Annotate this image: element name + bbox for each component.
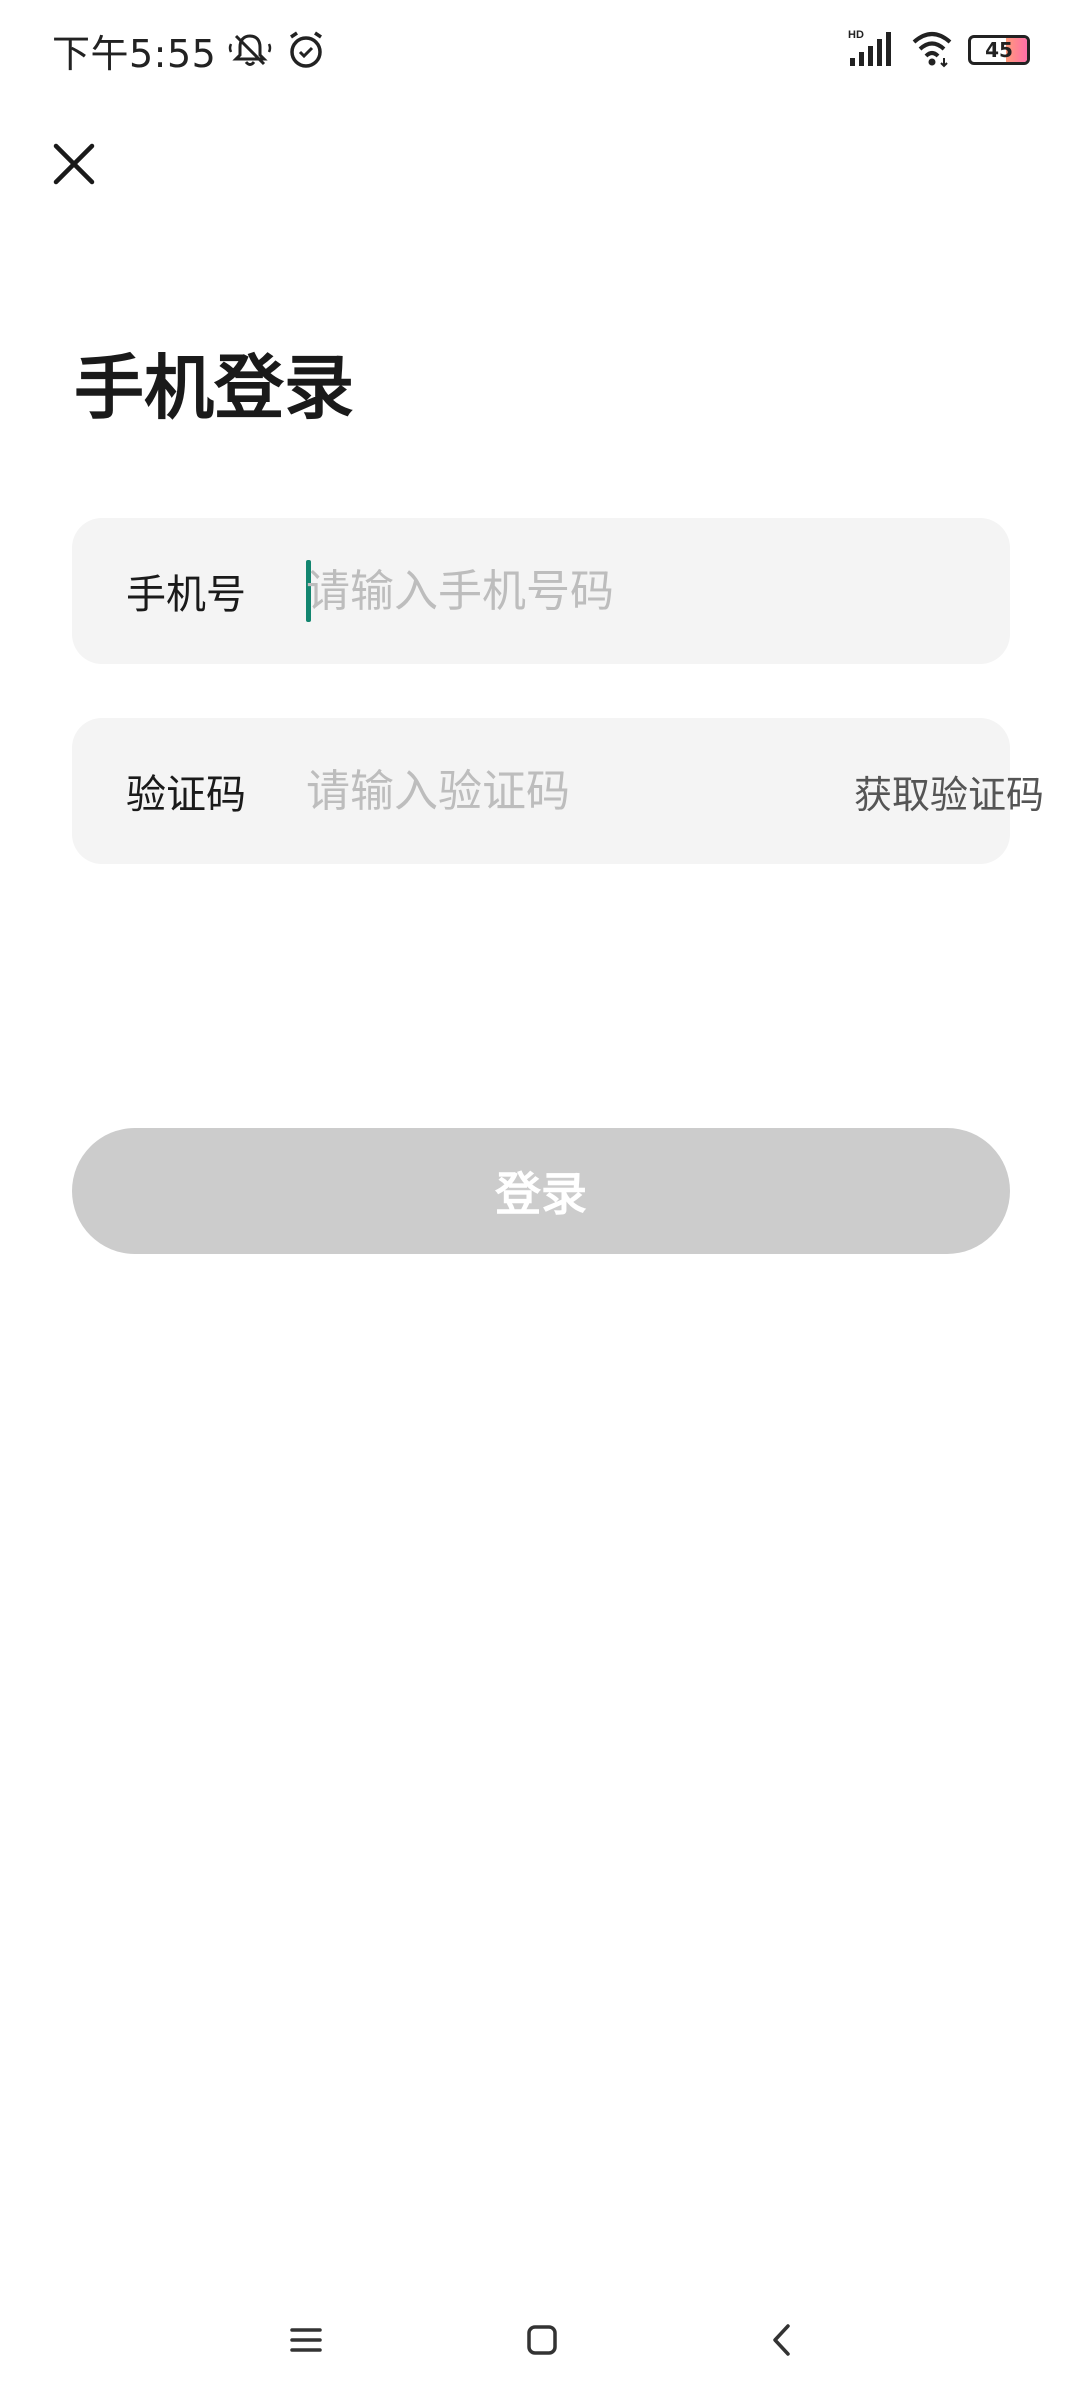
status-bar-left: 下午5:55 (52, 23, 328, 78)
bell-muted-icon (228, 28, 272, 72)
page-title: 手机登录 (74, 347, 354, 429)
back-icon (773, 2324, 790, 2356)
nav-home-button[interactable] (512, 2310, 572, 2370)
nav-back-button[interactable] (752, 2310, 812, 2370)
status-bar-right: HD 45 (848, 28, 1030, 72)
status-bar: 下午5:55 HD 45 (0, 0, 1080, 100)
close-icon (53, 143, 95, 185)
battery-icon: 45 (968, 35, 1030, 65)
alarm-icon (284, 28, 328, 72)
phone-input[interactable] (306, 518, 970, 664)
phone-field-row: 手机号 (72, 518, 1010, 664)
nav-menu-button[interactable] (276, 2310, 336, 2370)
wifi-icon (910, 28, 954, 72)
svg-text:HD: HD (848, 29, 864, 41)
home-icon (527, 2325, 557, 2355)
hd-signal-icon: HD (848, 28, 896, 72)
code-label: 验证码 (126, 772, 246, 818)
battery-level: 45 (985, 38, 1013, 62)
code-input[interactable] (306, 718, 854, 864)
navigation-bar (0, 2300, 1080, 2380)
code-field-row: 验证码 获取验证码 (72, 718, 1044, 864)
login-screen: 下午5:55 HD 45 手机登录 手机号 请输入手机号码 验证码 请输入验证码… (0, 0, 1080, 2400)
status-time: 下午5:55 (52, 31, 217, 76)
menu-icon (290, 2328, 322, 2352)
phone-label: 手机号 (126, 572, 246, 618)
login-button[interactable]: 登录 (72, 1128, 1010, 1254)
close-button[interactable] (48, 138, 100, 190)
get-code-button[interactable]: 获取验证码 (854, 764, 1044, 819)
